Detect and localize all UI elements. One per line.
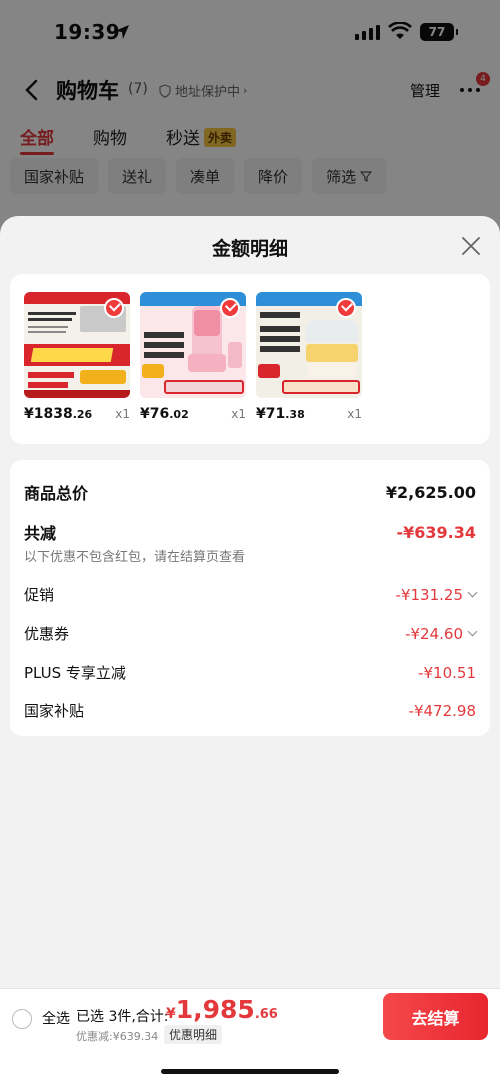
goods-total-label: 商品总价	[24, 484, 89, 503]
price-details-card: 商品总价 ¥2,625.00 共减 -¥639.34 以下优惠不包含红包，请在结…	[10, 460, 490, 736]
promotion-label: 促销	[24, 586, 55, 604]
checkout-button[interactable]: 去结算	[383, 993, 488, 1040]
product-item[interactable]: ¥76.02 x1	[140, 292, 248, 422]
selected-products-card: ¥1838.26 x1 ¥76.02 x1 ¥71.38 x1	[10, 274, 490, 444]
product-item[interactable]: ¥71.38 x1	[256, 292, 364, 422]
product-qty: x1	[115, 407, 130, 421]
goods-total-row: 商品总价 ¥2,625.00	[24, 480, 476, 504]
saved-amount: 优惠减:¥639.34	[76, 1030, 159, 1043]
total-amount: ¥1,985.66	[166, 995, 278, 1024]
chevron-down-icon	[467, 626, 478, 637]
product-qty: x1	[231, 407, 246, 421]
coupon-row[interactable]: 优惠券 -¥24.60	[24, 623, 478, 644]
chevron-down-icon	[467, 587, 478, 598]
promotion-row[interactable]: 促销 -¥131.25	[24, 584, 478, 605]
product-qty: x1	[347, 407, 362, 421]
plus-discount-row: PLUS 专享立减 -¥10.51	[24, 662, 476, 683]
checked-icon	[220, 298, 240, 318]
amount-details-sheet: 金额明细 ¥1838.26 x1 ¥76.02 x1 ¥71.38 x1 商品总…	[0, 216, 500, 988]
total-reduce-label: 共减	[24, 524, 57, 543]
close-icon[interactable]	[460, 235, 482, 257]
plus-discount-label: PLUS 专享立减	[24, 664, 126, 682]
plus-discount-value: -¥10.51	[418, 663, 476, 682]
product-image-range-hood	[24, 292, 130, 398]
product-price: ¥76.02	[140, 406, 189, 422]
select-all-label[interactable]: 全选	[42, 1008, 70, 1028]
total-reduce-value: -¥639.34	[396, 522, 476, 542]
national-subsidy-value: -¥472.98	[408, 701, 476, 720]
coupon-value: -¥24.60	[405, 625, 478, 643]
selected-info: 已选 3件,合计:	[76, 1009, 169, 1025]
national-subsidy-row: 国家补贴 -¥472.98	[24, 700, 476, 721]
product-image-blender	[140, 292, 246, 398]
national-subsidy-label: 国家补贴	[24, 702, 85, 720]
total-reduce-row: 共减 -¥639.34	[24, 520, 476, 544]
checked-icon	[104, 298, 124, 318]
checkout-bar: 全选 已选 3件,合计: ¥1,985.66 优惠减:¥639.34 优惠明细 …	[0, 988, 500, 1083]
goods-total-value: ¥2,625.00	[385, 482, 476, 502]
product-price: ¥71.38	[256, 406, 305, 422]
coupon-label: 优惠券	[24, 625, 70, 643]
product-image-egg-cooker	[256, 292, 362, 398]
promotion-value: -¥131.25	[396, 586, 478, 604]
checked-icon	[336, 298, 356, 318]
product-price: ¥1838.26	[24, 406, 93, 422]
select-all-checkbox[interactable]	[12, 1009, 32, 1029]
reduce-note: 以下优惠不包含红包，请在结算页查看	[24, 550, 246, 565]
product-item[interactable]: ¥1838.26 x1	[24, 292, 132, 422]
sheet-title: 金额明细	[211, 238, 288, 260]
home-indicator	[161, 1069, 339, 1074]
discount-details-link[interactable]: 优惠明细	[164, 1025, 223, 1044]
